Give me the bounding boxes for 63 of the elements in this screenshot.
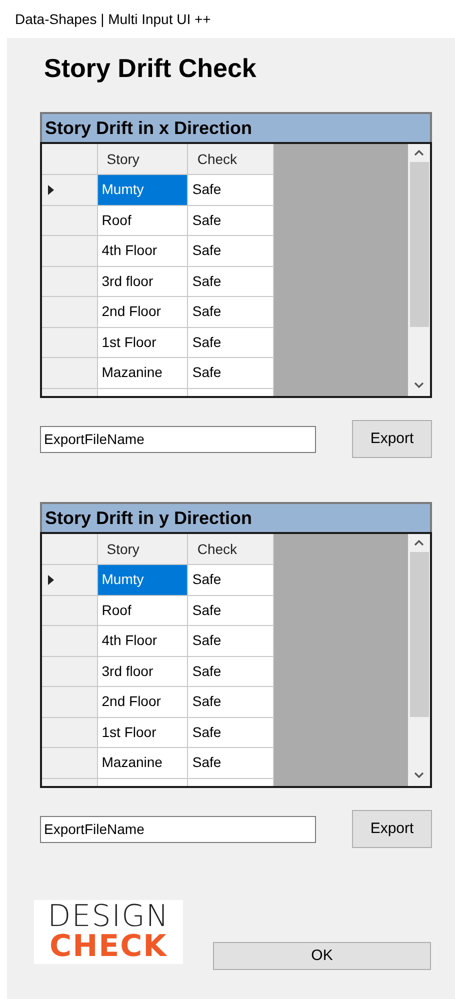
vertical-scrollbar[interactable]	[408, 144, 430, 396]
vertical-scrollbar[interactable]	[408, 534, 430, 786]
current-row-icon	[48, 574, 54, 585]
row-header[interactable]	[42, 175, 98, 206]
table-cell[interactable]: Safe	[188, 626, 274, 656]
table-cell[interactable]: Safe	[188, 206, 274, 236]
export-button[interactable]: Export	[352, 420, 432, 458]
table-cell[interactable]: Roof	[98, 596, 188, 626]
table-cell[interactable]: Safe	[188, 266, 274, 297]
logo-text: DESIGN	[48, 902, 170, 932]
row-header[interactable]	[42, 596, 98, 626]
table-cell[interactable]: 4th Floor	[98, 236, 188, 266]
table-cell[interactable]: Safe	[188, 748, 274, 778]
scroll-down-icon[interactable]	[414, 382, 424, 388]
table-cell[interactable]: 2nd Floor	[98, 687, 188, 718]
scrollbar-thumb[interactable]	[410, 162, 428, 327]
table-cell[interactable]: Safe	[188, 596, 274, 626]
table-cell[interactable]: Safe	[188, 358, 274, 388]
row-header[interactable]	[42, 236, 98, 266]
table-cell[interactable]: 1st Floor	[98, 328, 188, 358]
scroll-up-icon[interactable]	[414, 150, 424, 156]
table-cell[interactable]: Mumty	[98, 175, 188, 206]
table-cell[interactable]: 1st Floor	[98, 718, 188, 748]
window-title: Data-Shapes | Multi Input UI ++	[15, 10, 211, 29]
table-cell[interactable]: 4th Floor	[98, 626, 188, 656]
table-cell[interactable]: Roof	[98, 206, 188, 236]
row-header[interactable]	[42, 358, 98, 388]
table-cell[interactable]: 2nd Floor	[98, 297, 188, 328]
table-cell[interactable]: Mumty	[98, 565, 188, 596]
table-cell[interactable]: Mazanine	[98, 358, 188, 388]
table-cell[interactable]: 3rd floor	[98, 656, 188, 687]
row-header[interactable]	[42, 565, 98, 596]
row-header[interactable]	[42, 748, 98, 778]
table-cell[interactable]: Safe	[188, 718, 274, 748]
table-cell[interactable]: Safe	[188, 175, 274, 206]
row-header[interactable]	[42, 266, 98, 297]
scroll-down-icon[interactable]	[414, 772, 424, 778]
logo-text: CHECK	[50, 932, 168, 962]
row-header[interactable]	[42, 626, 98, 656]
scrollbar-thumb[interactable]	[410, 552, 428, 717]
table-cell[interactable]: 3rd floor	[98, 266, 188, 297]
row-header[interactable]	[42, 718, 98, 748]
table-cell[interactable]: Safe	[188, 236, 274, 266]
table-cell[interactable]: Mazanine	[98, 748, 188, 778]
table-cell[interactable]: Safe	[188, 297, 274, 328]
scroll-up-icon[interactable]	[414, 540, 424, 546]
file-name-field[interactable]: ExportFileName	[40, 816, 316, 842]
section-header: Story Drift in x Direction	[40, 112, 432, 142]
table-cell[interactable]: Safe	[188, 656, 274, 687]
table-cell[interactable]: Safe	[188, 565, 274, 596]
export-button[interactable]: Export	[352, 810, 432, 848]
table-cell[interactable]: Safe	[188, 328, 274, 358]
row-header[interactable]	[42, 656, 98, 687]
row-header[interactable]	[42, 328, 98, 358]
current-row-icon	[48, 184, 54, 195]
file-name-field[interactable]: ExportFileName	[40, 426, 316, 452]
row-header[interactable]	[42, 206, 98, 236]
row-header[interactable]	[42, 687, 98, 718]
section-header: Story Drift in y Direction	[40, 502, 432, 532]
page-heading: Story Drift Check	[44, 52, 256, 84]
row-header[interactable]	[42, 297, 98, 328]
table-cell[interactable]: Safe	[188, 687, 274, 718]
ok-button[interactable]: OK	[213, 942, 431, 970]
